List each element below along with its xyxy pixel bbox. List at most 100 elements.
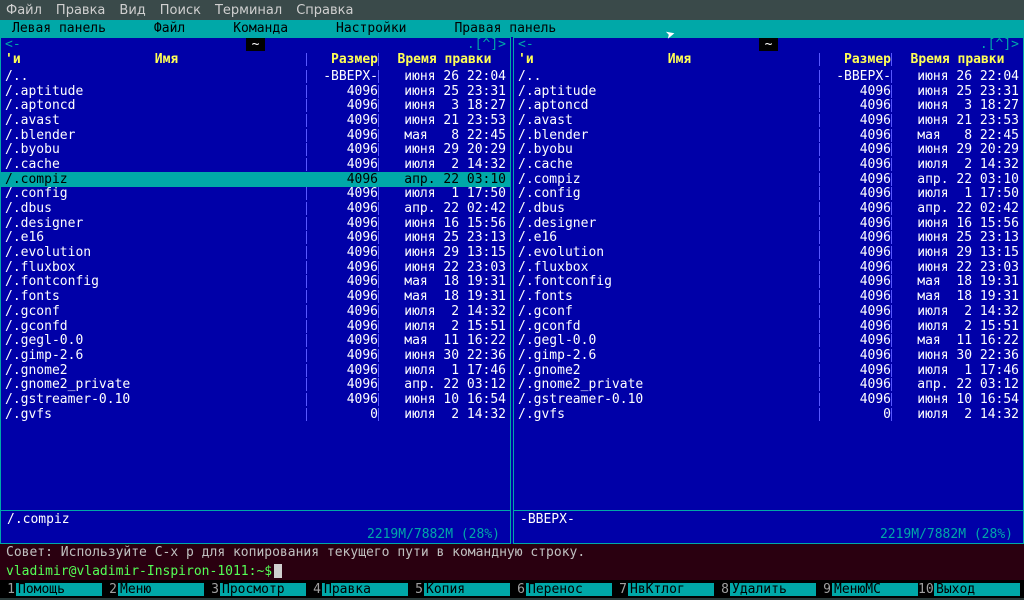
mc-menu-item[interactable]: Файл — [150, 22, 189, 35]
right-path[interactable]: ~ — [759, 38, 779, 51]
fkey-10[interactable]: 10Выход — [918, 580, 1020, 598]
fkey-3[interactable]: 3Просмотр — [204, 580, 306, 598]
file-mtime: июня 3 18:27 — [378, 99, 506, 112]
list-item[interactable]: /.gnome2_private4096апр. 22 03:12 — [1, 377, 510, 392]
col-mark[interactable]: 'и — [5, 53, 27, 66]
list-item[interactable]: /.config4096июля 1 17:50 — [1, 187, 510, 202]
fkey-7[interactable]: 7НвКтлог — [612, 580, 714, 598]
list-item[interactable]: /.aptoncd4096июня 3 18:27 — [514, 98, 1023, 113]
right-panel[interactable]: <- ~ .[^]> 'и Имя Размер Время правки /.… — [513, 37, 1024, 544]
col-size[interactable]: Размер — [306, 53, 378, 66]
right-file-list[interactable]: /..-ВВЕРХ-июня 26 22:04/.aptitude4096июн… — [514, 69, 1023, 510]
list-item[interactable]: /.gconfd4096июля 2 15:51 — [1, 319, 510, 334]
window-menu-item[interactable]: Вид — [119, 4, 145, 17]
list-item[interactable]: /.gnome2_private4096апр. 22 03:12 — [514, 377, 1023, 392]
shell-prompt[interactable]: vladimir@vladimir-Inspiron-1011:~$ — [0, 562, 1024, 580]
list-item[interactable]: /.fonts4096мая 18 19:31 — [1, 289, 510, 304]
list-item[interactable]: /.dbus4096апр. 22 02:42 — [514, 201, 1023, 216]
window-menu-item[interactable]: Файл — [6, 4, 42, 17]
col-size[interactable]: Размер — [819, 53, 891, 66]
list-item[interactable]: /.byobu4096июня 29 20:29 — [1, 142, 510, 157]
list-item[interactable]: /.dbus4096апр. 22 02:42 — [1, 201, 510, 216]
chevron-left-icon[interactable]: <- — [518, 38, 534, 51]
list-item[interactable]: /.gstreamer-0.104096июня 10 16:54 — [1, 392, 510, 407]
file-name: /.aptoncd — [518, 99, 819, 112]
file-name: /.gegl-0.0 — [5, 334, 306, 347]
list-item[interactable]: /.gstreamer-0.104096июня 10 16:54 — [514, 392, 1023, 407]
file-mtime: апр. 22 03:12 — [891, 378, 1019, 391]
list-item[interactable]: /.evolution4096июня 29 13:15 — [514, 245, 1023, 260]
file-name: /.byobu — [518, 143, 819, 156]
list-item[interactable]: /.config4096июля 1 17:50 — [514, 187, 1023, 202]
mc-menubar[interactable]: Левая панель Файл Команда Настройки Правая п… — [0, 20, 1024, 37]
list-item[interactable]: /.blender4096мая 8 22:45 — [1, 128, 510, 143]
list-item[interactable]: /.gegl-0.04096мая 11 16:22 — [514, 333, 1023, 348]
left-panel[interactable]: <- ~ .[^]> 'и Имя Размер Время правки /.… — [0, 37, 511, 544]
list-item[interactable]: /.gvfs0июля 2 14:32 — [514, 407, 1023, 422]
window-menu-item[interactable]: Справка — [296, 4, 353, 17]
mc-menu-item[interactable]: Настройки — [332, 22, 410, 35]
window-menu-item[interactable]: Терминал — [215, 4, 282, 17]
list-item[interactable]: /.e164096июня 25 23:13 — [1, 231, 510, 246]
window-menu-item[interactable]: Правка — [56, 4, 105, 17]
list-item[interactable]: /.gimp-2.64096июня 30 22:36 — [1, 348, 510, 363]
file-size: 4096 — [306, 378, 378, 391]
left-path[interactable]: ~ — [246, 38, 266, 51]
list-item[interactable]: /.blender4096мая 8 22:45 — [514, 128, 1023, 143]
file-size: 0 — [819, 408, 891, 421]
list-item[interactable]: /.fluxbox4096июня 22 23:03 — [514, 260, 1023, 275]
list-item[interactable]: /.designer4096июня 16 15:56 — [1, 216, 510, 231]
list-item[interactable]: /.designer4096июня 16 15:56 — [514, 216, 1023, 231]
list-item[interactable]: /.compiz4096апр. 22 03:10 — [514, 172, 1023, 187]
chevron-up-icon[interactable]: .[^]> — [467, 38, 506, 51]
list-item[interactable]: /.compiz4096апр. 22 03:10 — [1, 172, 510, 187]
window-menu-item[interactable]: Поиск — [160, 4, 201, 17]
fkey-6[interactable]: 6Перенос — [510, 580, 612, 598]
list-item[interactable]: /.byobu4096июня 29 20:29 — [514, 142, 1023, 157]
col-time[interactable]: Время правки — [891, 53, 1019, 66]
col-name[interactable]: Имя — [540, 53, 819, 66]
list-item[interactable]: /.gimp-2.64096июня 30 22:36 — [514, 348, 1023, 363]
fkey-5[interactable]: 5Копия — [408, 580, 510, 598]
list-item[interactable]: /.evolution4096июня 29 13:15 — [1, 245, 510, 260]
left-file-list[interactable]: /..-ВВЕРХ-июня 26 22:04/.aptitude4096июн… — [1, 69, 510, 510]
function-key-bar[interactable]: 1Помощь2Меню3Просмотр4Правка5Копия6Перен… — [0, 580, 1024, 598]
file-name: /.e16 — [518, 231, 819, 244]
fkey-9[interactable]: 9МенюMC — [816, 580, 918, 598]
mc-menu-item[interactable]: Правая панель — [450, 22, 560, 35]
list-item[interactable]: /.gnome24096июля 1 17:46 — [1, 363, 510, 378]
mc-menu-item[interactable]: Левая панель — [8, 22, 110, 35]
list-item[interactable]: /.gegl-0.04096мая 11 16:22 — [1, 333, 510, 348]
chevron-left-icon[interactable]: <- — [5, 38, 21, 51]
list-item[interactable]: /.gconfd4096июля 2 15:51 — [514, 319, 1023, 334]
fkey-8[interactable]: 8Удалить — [714, 580, 816, 598]
col-time[interactable]: Время правки — [378, 53, 506, 66]
list-item[interactable]: /.aptitude4096июня 25 23:31 — [1, 84, 510, 99]
list-item[interactable]: /.avast4096июня 21 23:53 — [514, 113, 1023, 128]
file-mtime: апр. 22 03:12 — [378, 378, 506, 391]
list-item[interactable]: /..-ВВЕРХ-июня 26 22:04 — [514, 69, 1023, 84]
list-item[interactable]: /.e164096июня 25 23:13 — [514, 231, 1023, 246]
fkey-4[interactable]: 4Правка — [306, 580, 408, 598]
list-item[interactable]: /.cache4096июля 2 14:32 — [1, 157, 510, 172]
chevron-up-icon[interactable]: .[^]> — [980, 38, 1019, 51]
list-item[interactable]: /.avast4096июня 21 23:53 — [1, 113, 510, 128]
list-item[interactable]: /.aptitude4096июня 25 23:31 — [514, 84, 1023, 99]
list-item[interactable]: /.gnome24096июля 1 17:46 — [514, 363, 1023, 378]
list-item[interactable]: /.cache4096июля 2 14:32 — [514, 157, 1023, 172]
list-item[interactable]: /.fonts4096мая 18 19:31 — [514, 289, 1023, 304]
mc-menu-item[interactable]: Команда — [229, 22, 292, 35]
list-item[interactable]: /.aptoncd4096июня 3 18:27 — [1, 98, 510, 113]
list-item[interactable]: /.gconf4096июля 2 14:32 — [514, 304, 1023, 319]
fkey-label: Удалить — [730, 583, 816, 596]
list-item[interactable]: /.gconf4096июля 2 14:32 — [1, 304, 510, 319]
col-name[interactable]: Имя — [27, 53, 306, 66]
fkey-2[interactable]: 2Меню — [102, 580, 204, 598]
list-item[interactable]: /.fontconfig4096мая 18 19:31 — [514, 275, 1023, 290]
list-item[interactable]: /.fluxbox4096июня 22 23:03 — [1, 260, 510, 275]
list-item[interactable]: /.fontconfig4096мая 18 19:31 — [1, 275, 510, 290]
list-item[interactable]: /..-ВВЕРХ-июня 26 22:04 — [1, 69, 510, 84]
fkey-1[interactable]: 1Помощь — [0, 580, 102, 598]
col-mark[interactable]: 'и — [518, 53, 540, 66]
list-item[interactable]: /.gvfs0июля 2 14:32 — [1, 407, 510, 422]
